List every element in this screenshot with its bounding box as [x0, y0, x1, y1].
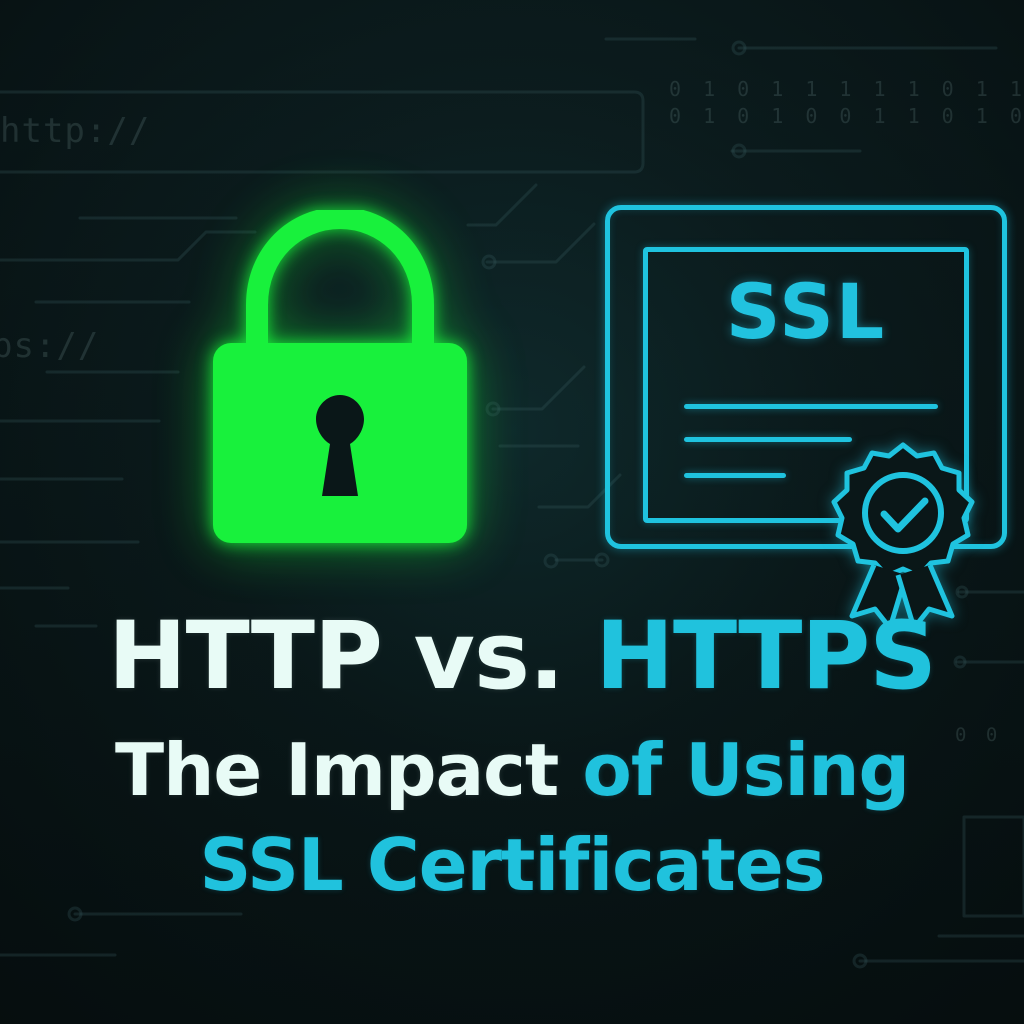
binary-text-top: 0 1 0 1 1 1 1 1 0 1 1 [669, 77, 1024, 101]
ssl-certificate-label: SSL [725, 267, 887, 356]
faint-http-text: http:// [0, 111, 151, 151]
title-https-text: HTTPS [595, 602, 937, 711]
ssl-comparison-graphic: http:// ps:// 0 1 0 1 1 1 1 1 0 1 1 0 1 … [0, 0, 1024, 1024]
binary-text-middle: 0 1 0 1 0 0 1 1 0 1 0 [669, 104, 1024, 128]
title-line-1: HTTP vs. HTTPS [10, 610, 1024, 704]
title-line-2: The Impact of Using [0, 734, 1024, 806]
certificate-text-line [684, 473, 786, 478]
title-impact-text: The Impact [114, 728, 559, 812]
title-line-3: SSL Certificates [199, 823, 825, 907]
certificate-text-line [684, 404, 938, 409]
padlock-icon [205, 206, 475, 560]
faint-https-text: ps:// [0, 326, 100, 366]
ssl-certificate-icon: SSL [596, 196, 1024, 646]
title-using-text: of Using [582, 728, 910, 812]
title-http-text: HTTP vs. [107, 602, 565, 711]
